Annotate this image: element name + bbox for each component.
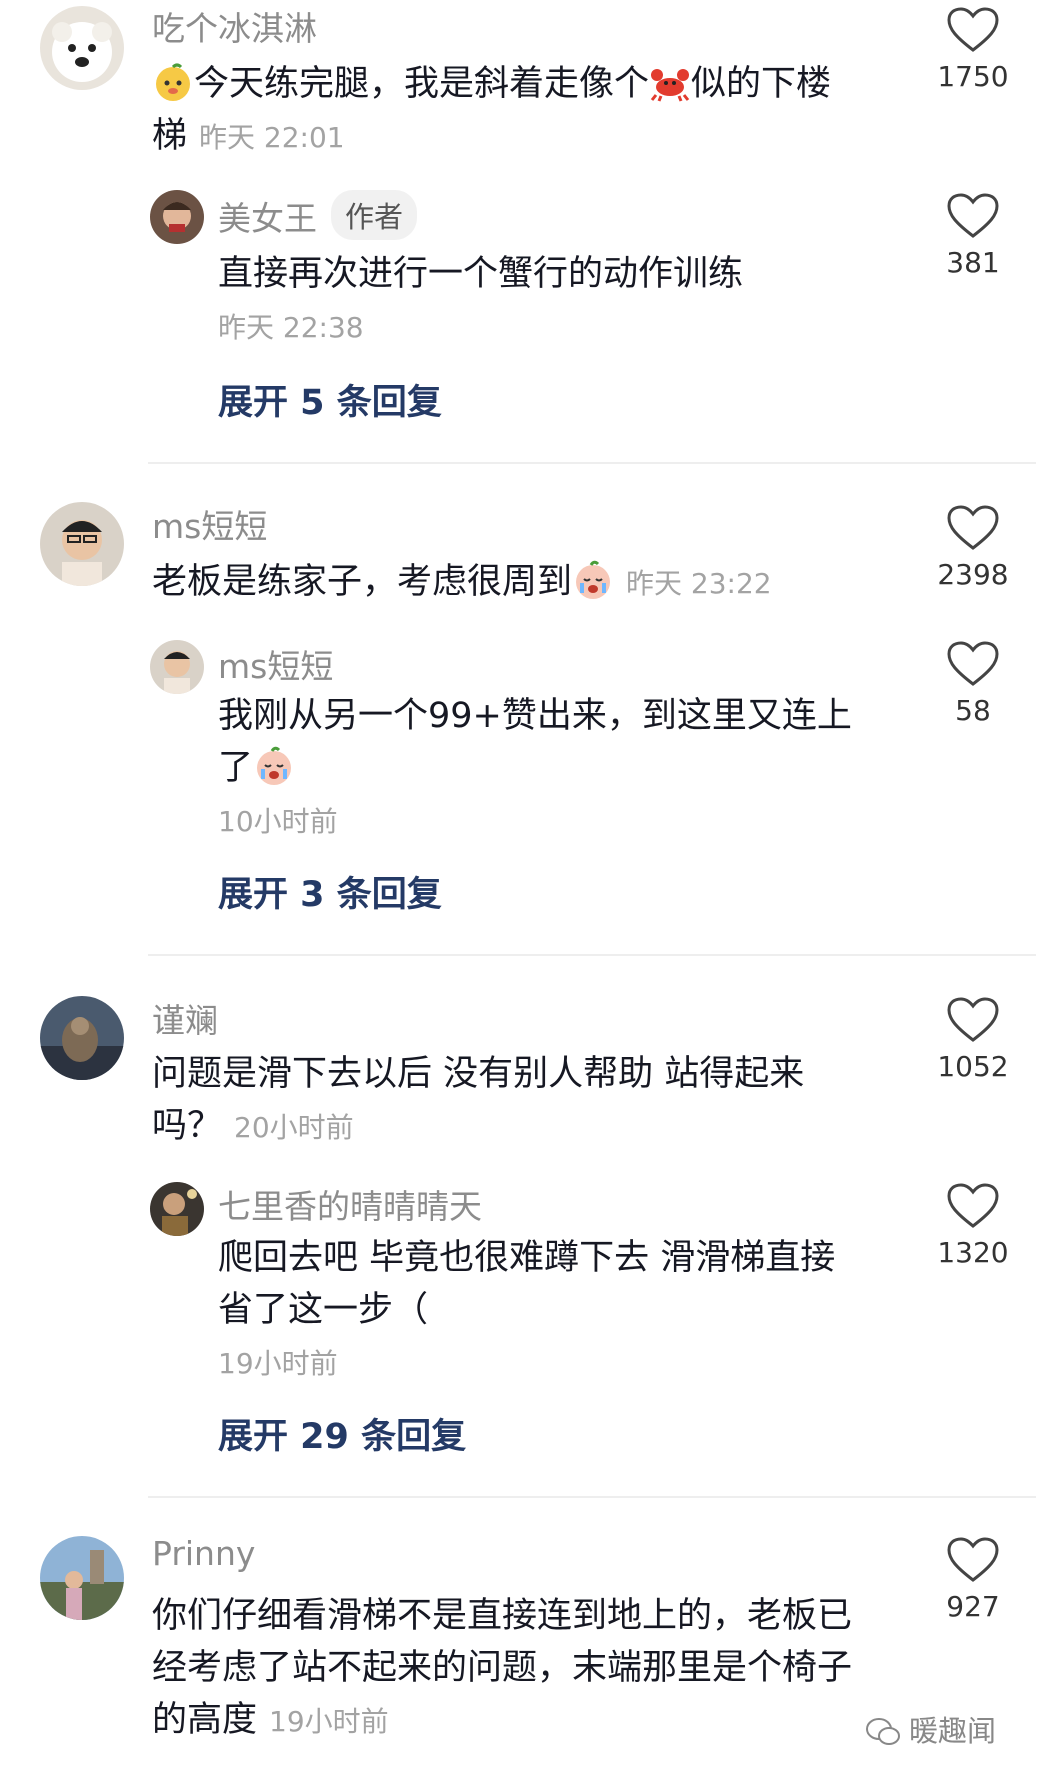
watermark: 暖趣闻 bbox=[865, 1708, 996, 1750]
reply-text-part: 了 bbox=[218, 748, 254, 788]
username[interactable]: ms短短 bbox=[152, 500, 267, 548]
like-count: 1750 bbox=[937, 60, 1009, 93]
reply-username[interactable]: ms短短 bbox=[218, 640, 333, 688]
reply-text: 我刚从另一个99+赞出来，到这里又连上了 10小时前 bbox=[218, 690, 878, 848]
reply-user[interactable]: 美女王 bbox=[218, 199, 317, 238]
like-count: 381 bbox=[946, 246, 1000, 279]
comment-text-part: 似的下楼 bbox=[691, 64, 832, 104]
comment-text: 今天练完腿，我是斜着走像个 似的下楼梯昨天 22:01 bbox=[152, 58, 892, 164]
heart-icon bbox=[947, 193, 999, 238]
watermark-text: 暖趣闻 bbox=[908, 1714, 996, 1748]
comment-text-part: 老板是练家子，考虑很周到 bbox=[152, 562, 573, 602]
comment-text-part: 你们仔细看滑梯不是直接连到地上的，老板已 bbox=[152, 1596, 853, 1636]
heart-icon bbox=[947, 1537, 999, 1582]
divider bbox=[148, 954, 1036, 956]
heart-icon bbox=[947, 1183, 999, 1228]
like-button[interactable]: 1052 bbox=[918, 996, 1028, 1083]
reply-text: 爬回去吧 毕竟也很难蹲下去 滑滑梯直接 省了这一步（ 19小时前 bbox=[218, 1232, 878, 1390]
like-count: 2398 bbox=[937, 558, 1009, 591]
like-button[interactable]: 1750 bbox=[918, 6, 1028, 93]
comment-text-part: 问题是滑下去以后 没有别人帮助 站得起来 bbox=[152, 1054, 805, 1094]
wechat-icon bbox=[865, 1717, 901, 1747]
crying-face-emoji-icon bbox=[253, 745, 295, 787]
crying-face-emoji-icon bbox=[572, 559, 614, 601]
like-count: 927 bbox=[946, 1590, 1000, 1623]
like-button[interactable]: 58 bbox=[918, 640, 1028, 727]
username[interactable]: 谨斓 bbox=[152, 994, 218, 1042]
timestamp: 10小时前 bbox=[218, 805, 338, 838]
username[interactable]: Prinny bbox=[152, 1534, 255, 1573]
like-count: 1052 bbox=[937, 1050, 1009, 1083]
timestamp: 19小时前 bbox=[218, 1347, 338, 1380]
timestamp: 20小时前 bbox=[234, 1111, 354, 1144]
avatar[interactable] bbox=[40, 1536, 124, 1620]
timestamp: 昨天 22:01 bbox=[199, 121, 345, 154]
heart-icon bbox=[947, 997, 999, 1042]
avatar[interactable] bbox=[40, 996, 124, 1080]
comment-text-part: 经考虑了站不起来的问题，末端那里是个椅子 bbox=[152, 1648, 853, 1688]
comment-text: 老板是练家子，考虑很周到 昨天 23:22 bbox=[152, 556, 892, 610]
author-badge: 作者 bbox=[331, 190, 418, 240]
comment-text-part: 的高度 bbox=[152, 1700, 258, 1740]
heart-icon bbox=[947, 505, 999, 550]
reply-text: 直接再次进行一个蟹行的动作训练昨天 22:38 bbox=[218, 248, 878, 354]
reply-text-part: 爬回去吧 毕竟也很难蹲下去 滑滑梯直接 bbox=[218, 1238, 836, 1278]
reply-text-part: 直接再次进行一个蟹行的动作训练 bbox=[218, 254, 744, 294]
reply-text-part: 省了这一步（ bbox=[218, 1290, 429, 1330]
expand-replies-button[interactable]: 展开 3 条回复 bbox=[218, 866, 442, 917]
expand-replies-button[interactable]: 展开 5 条回复 bbox=[218, 374, 442, 425]
mango-face-emoji-icon bbox=[152, 61, 194, 103]
timestamp: 19小时前 bbox=[269, 1705, 389, 1738]
reply-username: 美女王 作者 bbox=[218, 190, 418, 240]
like-button[interactable]: 927 bbox=[918, 1536, 1028, 1623]
comment-text: 你们仔细看滑梯不是直接连到地上的，老板已 经考虑了站不起来的问题，末端那里是个椅子… bbox=[152, 1590, 912, 1748]
comment-text-part: 吗？ bbox=[152, 1106, 223, 1146]
comment-text-part: 梯 bbox=[152, 116, 188, 156]
avatar[interactable] bbox=[150, 190, 204, 244]
username[interactable]: 吃个冰淇淋 bbox=[152, 2, 317, 50]
comment-text: 问题是滑下去以后 没有别人帮助 站得起来 吗？ 20小时前 bbox=[152, 1048, 892, 1154]
avatar[interactable] bbox=[40, 502, 124, 586]
expand-replies-button[interactable]: 展开 29 条回复 bbox=[218, 1408, 466, 1459]
heart-icon bbox=[947, 641, 999, 686]
like-button[interactable]: 2398 bbox=[918, 504, 1028, 591]
like-count: 1320 bbox=[937, 1236, 1009, 1269]
like-button[interactable]: 1320 bbox=[918, 1182, 1028, 1269]
crab-emoji-icon bbox=[649, 61, 691, 103]
avatar[interactable] bbox=[150, 640, 204, 694]
like-count: 58 bbox=[955, 694, 991, 727]
divider bbox=[148, 1496, 1036, 1498]
reply-username[interactable]: 七里香的晴晴晴天 bbox=[218, 1180, 482, 1228]
divider bbox=[148, 462, 1036, 464]
heart-icon bbox=[947, 7, 999, 52]
timestamp: 昨天 23:22 bbox=[626, 567, 772, 600]
like-button[interactable]: 381 bbox=[918, 192, 1028, 279]
timestamp: 昨天 22:38 bbox=[218, 311, 364, 344]
avatar[interactable] bbox=[40, 6, 124, 90]
avatar[interactable] bbox=[150, 1182, 204, 1236]
comment-text-part: 今天练完腿，我是斜着走像个 bbox=[194, 64, 650, 104]
reply-text-part: 我刚从另一个99+赞出来，到这里又连上 bbox=[218, 696, 852, 736]
